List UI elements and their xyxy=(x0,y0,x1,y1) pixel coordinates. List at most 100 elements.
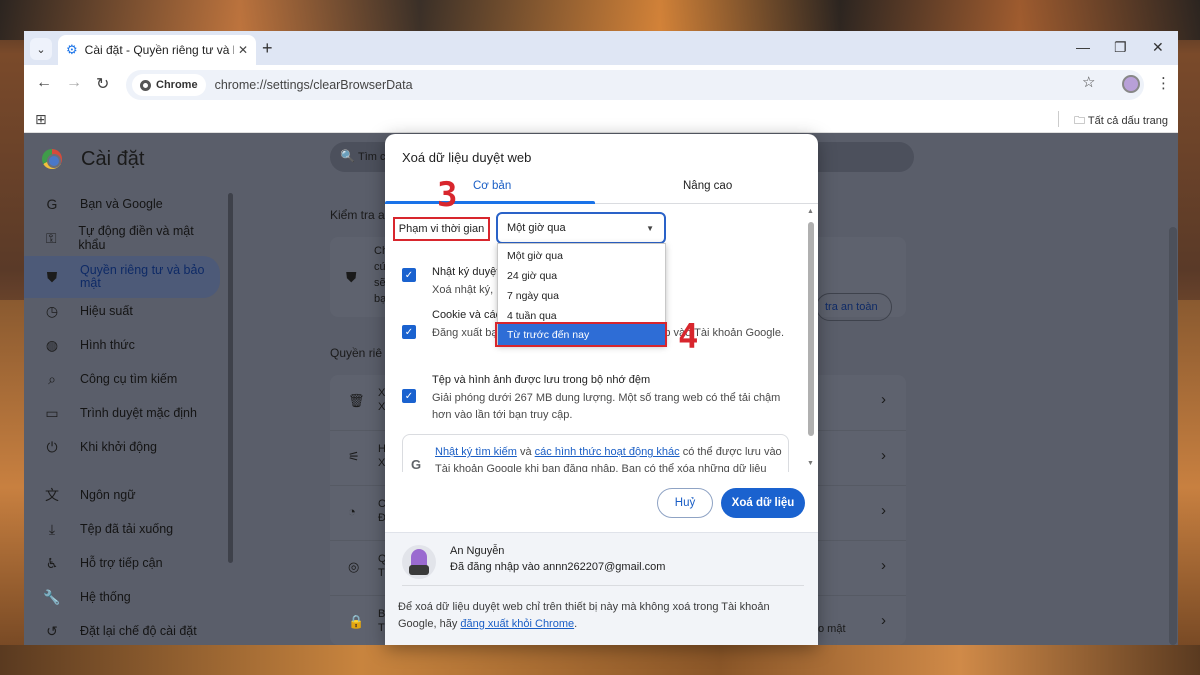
bookmarks-separator xyxy=(1058,111,1059,127)
account-email: Đã đăng nhập vào annn262207@gmail.com xyxy=(450,561,666,573)
all-bookmarks-label: Tất cả dấu trang xyxy=(1087,115,1168,127)
sidebar-item-label: Hình thức xyxy=(80,338,135,352)
url-text[interactable]: chrome://settings/clearBrowserData xyxy=(215,78,413,92)
sidebar-item-label: Khi khởi động xyxy=(80,440,157,454)
sidebar-item-label: Đặt lại chế độ cài đặt xyxy=(80,624,197,638)
dropdown-option[interactable]: Một giờ qua xyxy=(498,246,665,266)
chrome-logo-icon xyxy=(140,79,151,91)
new-tab-button[interactable]: + xyxy=(262,38,273,58)
sidebar-item-label: Tệp đã tải xuống xyxy=(80,522,174,536)
cancel-button[interactable]: Huỷ xyxy=(657,488,713,518)
lock-icon: 🔒 xyxy=(348,614,365,629)
tab-advanced[interactable]: Nâng cao xyxy=(683,180,732,192)
row-text: T xyxy=(378,567,385,579)
account-name: An Nguyễn xyxy=(450,545,505,557)
sidebar-item[interactable]: G Bạn và Google xyxy=(24,187,220,221)
checkbox-checked-icon[interactable]: ✓ xyxy=(402,268,416,282)
sidebar-item[interactable]: 文 Ngôn ngữ xyxy=(24,478,220,512)
reset-icon: ↺ xyxy=(46,622,58,639)
address-bar[interactable]: Chrome chrome://settings/clearBrowserDat… xyxy=(126,70,1144,100)
signout-note: Để xoá dữ liệu duyệt web chỉ trên thiết … xyxy=(398,599,803,633)
sidebar-item[interactable]: ⏻ Khi khởi động xyxy=(24,430,220,464)
speedometer-icon: ◷ xyxy=(45,302,59,319)
note-suffix: . xyxy=(574,618,578,630)
sidebar-item-label: Ngôn ngữ xyxy=(80,488,136,502)
scroll-up-icon[interactable]: ▲ xyxy=(807,208,814,215)
chevron-right-icon: › xyxy=(881,391,886,408)
sidebar-item[interactable]: ⚿ Tự động điền và mật khẩu xyxy=(24,221,220,255)
page-title: Cài đặt xyxy=(81,148,145,170)
scrollbar-thumb[interactable] xyxy=(808,222,814,436)
annotation-step-3: 3 xyxy=(437,175,458,215)
sidebar-item-label: Trình duyệt mặc định xyxy=(80,406,197,420)
all-bookmarks-button[interactable]: 🗀 Tất cả dấu trang xyxy=(1074,112,1168,131)
bookmark-star-icon[interactable]: ☆ xyxy=(1082,73,1095,91)
restore-icon[interactable]: ❐ xyxy=(1114,39,1127,56)
menu-kebab-icon[interactable]: ⋮ xyxy=(1156,74,1171,92)
annotation-highlight-box xyxy=(495,322,667,347)
dropdown-option[interactable]: 7 ngày qua xyxy=(498,286,665,306)
sidebar-item[interactable]: ♿ Hỗ trợ tiếp cận xyxy=(24,546,220,580)
cookie-icon: ◔ xyxy=(348,504,356,519)
avatar-base xyxy=(409,565,429,575)
dialog-scrollbar[interactable]: ▲ ▼ xyxy=(806,208,816,472)
tab-title: Cài đặt - Quyền riêng tư và bảo mật xyxy=(84,43,234,57)
checkbox-checked-icon[interactable]: ✓ xyxy=(402,325,416,339)
sidebar-item[interactable]: ⤓ Tệp đã tải xuống xyxy=(24,512,220,546)
browser-window-icon: ▭ xyxy=(45,404,59,421)
tab-basic[interactable]: Cơ bản xyxy=(473,180,511,192)
forward-icon[interactable]: → xyxy=(66,74,82,92)
tab-search-button[interactable]: ⌄ xyxy=(30,38,52,60)
safety-text: sẽ xyxy=(374,277,386,289)
sidebar-item[interactable]: ◷ Hiệu suất xyxy=(24,294,220,328)
close-window-icon[interactable]: ✕ xyxy=(1152,39,1164,56)
chip-label: Chrome xyxy=(156,79,198,91)
tab-strip: ⌄ ⚙ Cài đặt - Quyền riêng tư và bảo mật … xyxy=(24,31,1178,65)
key-icon: ⚿ xyxy=(45,229,57,246)
chevron-right-icon: › xyxy=(881,612,886,629)
download-icon: ⤓ xyxy=(48,520,56,537)
sidebar-item[interactable]: ⛊ Quyền riêng tư và bảo mật xyxy=(24,256,220,298)
dropdown-option[interactable]: 24 giờ qua xyxy=(498,266,665,286)
profile-avatar[interactable] xyxy=(1122,75,1140,93)
shield-icon: ⛊ xyxy=(346,269,357,285)
minimize-icon[interactable]: — xyxy=(1076,39,1090,55)
time-range-select[interactable]: Một giờ qua ▼ xyxy=(496,212,666,244)
scroll-down-icon[interactable]: ▼ xyxy=(807,460,814,467)
safety-section-label: Kiểm tra a xyxy=(330,208,385,222)
palette-icon: ◍ xyxy=(45,336,59,353)
search-history-link[interactable]: Nhật ký tìm kiếm xyxy=(435,446,517,458)
reload-icon[interactable]: ↻ xyxy=(96,74,109,94)
sidebar-item[interactable]: ◍ Hình thức xyxy=(24,328,220,362)
checkbox-checked-icon[interactable]: ✓ xyxy=(402,389,416,403)
translate-icon: 文 xyxy=(45,487,59,503)
note-text: Để xoá dữ liệu duyệt web chỉ trên thiết … xyxy=(398,601,770,630)
back-icon[interactable]: ← xyxy=(36,74,52,92)
account-footer: An Nguyễn Đã đăng nhập vào annn262207@gm… xyxy=(385,532,818,645)
safety-check-button[interactable]: tra an toàn xyxy=(816,293,892,321)
signout-link[interactable]: đăng xuất khỏi Chrome xyxy=(460,618,574,630)
bookmarks-bar: ⊞ 🗀 Tất cả dấu trang xyxy=(24,105,1178,133)
sidebar-item[interactable]: 🔧 Hệ thống xyxy=(24,580,220,614)
browser-toolbar: ← → ↻ Chrome chrome://settings/clearBrow… xyxy=(24,65,1178,105)
sidebar-item[interactable]: ↺ Đặt lại chế độ cài đặt xyxy=(24,614,220,645)
option-description: Giải phóng dưới 267 MB dung lượng. Một s… xyxy=(432,392,781,421)
sidebar-item-label: Tự động điền và mật khẩu xyxy=(78,224,194,252)
option-title: Cookie và các xyxy=(432,309,502,321)
active-tab-indicator xyxy=(385,201,595,204)
apps-grid-icon[interactable]: ⊞ xyxy=(35,111,47,128)
page-scrollbar[interactable] xyxy=(1169,227,1177,645)
sidebar-item[interactable]: ▭ Trình duyệt mặc định xyxy=(24,396,220,430)
avatar xyxy=(402,545,436,579)
other-activity-link[interactable]: các hình thức hoạt động khác xyxy=(535,446,680,458)
sidebar-item[interactable]: ⌕ Công cụ tìm kiếm xyxy=(24,362,220,396)
sidebar-scrollbar[interactable] xyxy=(228,193,233,563)
chevron-right-icon: › xyxy=(881,502,886,519)
close-tab-icon[interactable]: ✕ xyxy=(238,43,248,57)
sidebar-item-label: Bạn và Google xyxy=(80,197,163,211)
clear-data-button[interactable]: Xoá dữ liệu xyxy=(721,488,805,518)
tab-settings[interactable]: ⚙ Cài đặt - Quyền riêng tư và bảo mật ✕ xyxy=(58,35,256,65)
gear-icon: ⚙ xyxy=(66,42,78,57)
chrome-chip[interactable]: Chrome xyxy=(132,74,206,96)
dropdown-caret-icon: ▼ xyxy=(646,224,654,233)
